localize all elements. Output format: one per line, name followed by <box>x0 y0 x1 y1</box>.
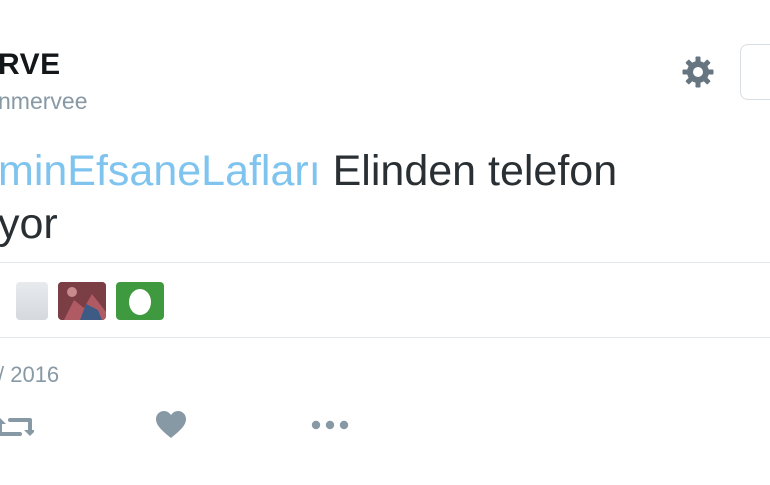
tweet-text: minEfsaneLafları Elinden telefon yor <box>0 145 617 251</box>
tweet-line-2: yor <box>0 200 58 248</box>
avatar[interactable] <box>16 282 48 320</box>
divider <box>0 262 770 263</box>
user-display-name[interactable]: RVE <box>0 48 61 82</box>
likers-avatars <box>16 282 164 320</box>
user-handle[interactable]: nmervee <box>0 88 87 115</box>
retweet-icon[interactable] <box>0 410 34 444</box>
avatar[interactable] <box>58 282 106 320</box>
tweet-line-1: minEfsaneLafları Elinden telefon <box>0 145 617 198</box>
heart-icon[interactable] <box>155 410 187 440</box>
tweet-text-segment: Elinden telefon <box>320 147 618 195</box>
divider <box>0 337 770 338</box>
tweet-date[interactable]: / 2016 <box>0 362 59 388</box>
follow-button[interactable] <box>740 44 770 100</box>
egg-icon <box>129 289 151 315</box>
hashtag-link[interactable]: minEfsaneLafları <box>0 147 321 195</box>
avatar[interactable] <box>116 282 164 320</box>
more-icon[interactable] <box>310 410 350 440</box>
avatar-photo-icon <box>58 282 106 320</box>
gear-icon[interactable] <box>678 54 718 90</box>
